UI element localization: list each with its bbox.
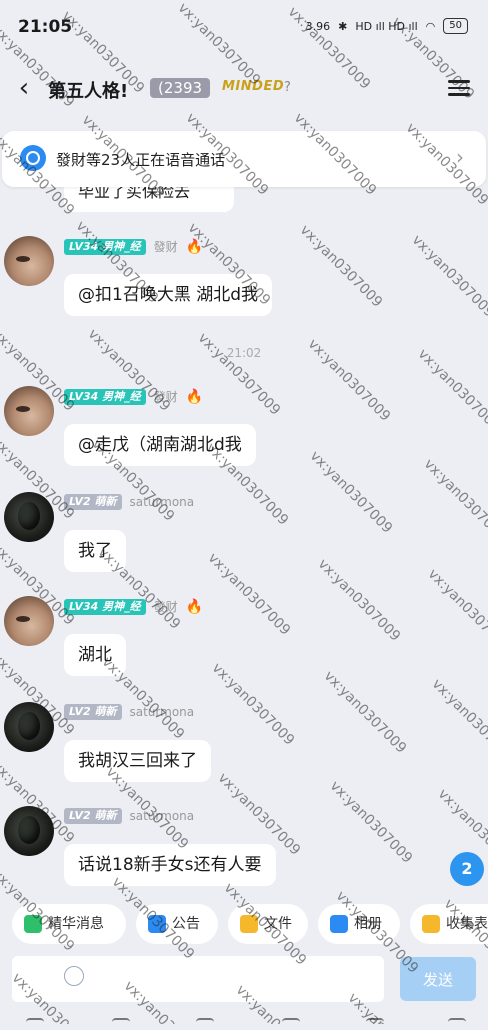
watermark: vx:yan0307009 — [420, 456, 488, 545]
quick-label: 相册 — [354, 916, 382, 932]
message-bubble[interactable]: @扣1召唤大黑 湖北d我 — [64, 274, 273, 316]
avatar[interactable] — [4, 702, 54, 752]
fire-icon: 🔥 — [185, 598, 204, 615]
level-badge: LV34 男神_经 — [64, 388, 146, 405]
files-button[interactable]: 文件 — [228, 904, 308, 944]
sender-meta: LV34 男神_经 發财 🔥 — [64, 388, 203, 405]
watermark: vx:yan0307009 — [204, 550, 294, 639]
network-speed: 3.96 — [305, 19, 331, 33]
emoji-icon[interactable] — [64, 966, 84, 986]
status-time: 21:05 — [18, 17, 73, 37]
voice-call-banner[interactable]: 發財等23人正在语音通话 › — [2, 131, 486, 187]
watermark: vx:yan0307009 — [296, 222, 386, 311]
level-badge: LV2 萌新 — [64, 808, 122, 824]
signal-icon: HD ıll HD ıll — [355, 19, 418, 33]
quick-label: 文件 — [264, 916, 292, 932]
fire-icon: 🔥 — [185, 388, 204, 405]
sender-name: 發财 — [153, 390, 178, 404]
wifi-icon: ◠ — [425, 19, 436, 33]
album-button[interactable]: 相册 — [318, 904, 400, 944]
more-icon[interactable] — [448, 1018, 466, 1030]
quick-label: 精华消息 — [48, 916, 104, 932]
chevron-right-icon: › — [456, 145, 464, 169]
sender-meta: LV2 萌新 saturmona — [64, 808, 194, 824]
message-timestamp: 21:02 — [226, 346, 262, 360]
sender-name: saturmona — [129, 809, 195, 823]
sender-meta: LV2 萌新 saturmona — [64, 704, 194, 720]
sender-meta: LV34 男神_经 發财 🔥 — [64, 598, 203, 615]
message-bubble[interactable]: @走戊（湖南湖北d我 — [64, 424, 256, 466]
watermark: vx:yan0307009 — [408, 232, 488, 321]
collection-form-button[interactable]: 收集表 — [410, 904, 488, 944]
avatar[interactable] — [4, 386, 54, 436]
watermark: vx:yan0307009 — [314, 556, 404, 645]
message-bubble[interactable]: 我胡汉三回来了 — [64, 740, 211, 782]
form-icon — [422, 915, 440, 933]
announcement-button[interactable]: 公告 — [136, 904, 218, 944]
input-row: 发送 — [0, 954, 488, 1004]
folder-icon — [240, 915, 258, 933]
level-badge: LV2 萌新 — [64, 494, 122, 510]
announcement-icon — [148, 915, 166, 933]
level-badge: LV34 男神_经 — [64, 598, 146, 615]
voice-icon[interactable] — [26, 1018, 44, 1030]
level-badge: LV2 萌新 — [64, 704, 122, 720]
chat-header: ‹ 第五人格! (2393 MINDED ? — [0, 64, 488, 114]
level-badge: LV34 男神_经 — [64, 238, 146, 255]
message-bubble[interactable]: 我了 — [64, 530, 126, 572]
watermark: vx:yan0307009 — [208, 660, 298, 749]
quick-action-bar: 精华消息 公告 文件 相册 收集表 — [0, 904, 488, 948]
quick-label: 公告 — [172, 916, 200, 932]
sender-name: saturmona — [129, 705, 195, 719]
watermark: vx:yan0307009 — [424, 566, 488, 655]
camera-icon[interactable] — [196, 1018, 214, 1030]
watermark: vx:yan0307009 — [194, 330, 284, 419]
menu-icon[interactable] — [448, 76, 470, 98]
minded-logo: MINDED — [222, 79, 285, 94]
flag-icon — [24, 915, 42, 933]
avatar[interactable] — [4, 236, 54, 286]
emoji-panel-icon[interactable] — [366, 1018, 384, 1030]
fire-icon: 🔥 — [185, 238, 204, 255]
battery-icon: 50 — [443, 18, 468, 34]
avatar[interactable] — [4, 806, 54, 856]
send-button[interactable]: 发送 — [400, 957, 476, 1001]
quick-label: 收集表 — [446, 916, 488, 932]
message-bubble[interactable]: 话说18新手女s还有人要 — [64, 844, 276, 886]
back-arrow-icon[interactable]: ‹ — [10, 74, 38, 102]
redpacket-icon[interactable] — [282, 1018, 300, 1030]
sender-name: saturmona — [129, 495, 195, 509]
status-icons: 3.96 ✱ HD ıll HD ıll ◠ 50 — [306, 18, 468, 34]
avatar[interactable] — [4, 596, 54, 646]
member-count: (2393 — [150, 78, 211, 98]
sender-meta: LV34 男神_经 發财 🔥 — [64, 238, 203, 255]
voice-call-text: 發財等23人正在语音通话 — [56, 151, 226, 169]
sender-name: 發财 — [153, 600, 178, 614]
watermark: vx:yan0307009 — [428, 676, 488, 765]
message-bubble[interactable]: 湖北 — [64, 634, 126, 676]
group-title: 第五人格! — [48, 81, 129, 102]
essence-messages-button[interactable]: 精华消息 — [12, 904, 126, 944]
status-bar: 21:05 3.96 ✱ HD ıll HD ıll ◠ 50 — [0, 0, 488, 52]
watermark: vx:yan0307009 — [326, 778, 416, 867]
album-icon — [330, 915, 348, 933]
watermark: vx:yan0307009 — [320, 668, 410, 757]
unread-count-badge[interactable]: 2 — [450, 852, 484, 886]
bluetooth-icon: ✱ — [338, 19, 348, 33]
sender-name: 發财 — [153, 240, 178, 254]
watermark: vx:yan0307009 — [306, 448, 396, 537]
image-icon[interactable] — [112, 1018, 130, 1030]
sender-meta: LV2 萌新 saturmona — [64, 494, 194, 510]
avatar[interactable] — [4, 492, 54, 542]
ear-icon: ? — [284, 80, 291, 95]
voice-call-icon — [20, 145, 46, 171]
bottom-icon-row — [0, 1012, 488, 1024]
